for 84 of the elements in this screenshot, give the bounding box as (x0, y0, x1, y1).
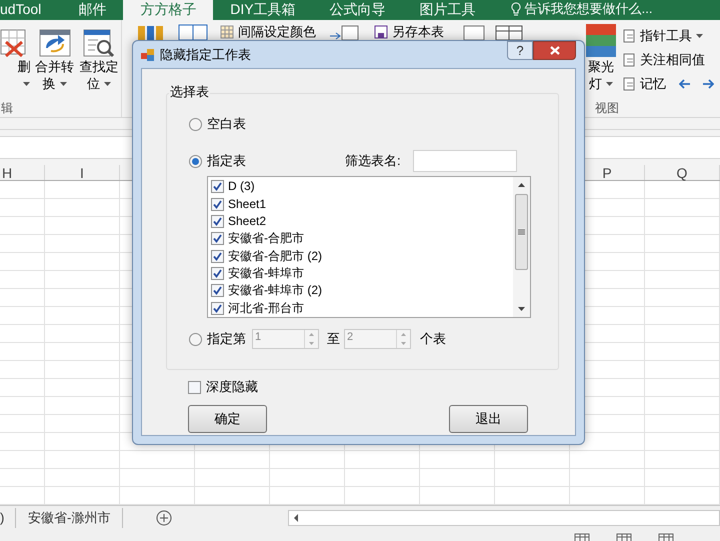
group-label: 视图 (595, 101, 620, 115)
column-header[interactable]: I (45, 165, 120, 180)
add-sheet-icon[interactable] (156, 510, 172, 526)
sheet-tab[interactable]: ) (0, 508, 16, 528)
checkbox-label: 深度隐藏 (206, 379, 258, 395)
sheet-tab[interactable]: 安徽省-滁州市 (16, 508, 124, 528)
page-icon (623, 76, 637, 90)
table-arrows-icon (38, 28, 71, 58)
checkbox[interactable] (211, 232, 224, 246)
ribbon-button[interactable]: 删 (0, 28, 32, 92)
sheet-name[interactable]: D (3) (228, 179, 255, 194)
range-label: 至 (327, 331, 340, 347)
vertical-scrollbar[interactable] (513, 177, 530, 317)
range-label: 个表 (420, 331, 446, 347)
ribbon-tab[interactable]: 图片工具 (402, 0, 493, 20)
close-icon (550, 46, 560, 55)
view-mode-icon[interactable] (574, 533, 590, 541)
app-icon (141, 48, 155, 62)
horizontal-scrollbar[interactable] (288, 510, 720, 526)
caret-icon (104, 82, 111, 88)
checkbox[interactable] (211, 267, 224, 280)
sheet-list[interactable]: D (3) Sheet1 Sheet2 安徽省-合肥市 安徽省-合肥市 (2) 安徽省-蚌埠市 安徽省-蚌埠市 (2) 河北省-邢台市 (207, 176, 531, 318)
checkbox[interactable] (211, 180, 224, 194)
ribbon-tab[interactable]: 方方格子 (123, 0, 214, 20)
caret-icon (60, 82, 67, 88)
column-header[interactable]: H (0, 165, 45, 180)
dialog-button[interactable]: 确定 (188, 405, 267, 433)
ribbon-button[interactable]: 合并转 换 (32, 28, 77, 92)
help-button[interactable]: ? (507, 41, 533, 60)
checkbox[interactable] (211, 250, 224, 263)
tell-me-search[interactable]: 告诉我您想要做什么... (524, 0, 652, 20)
grip-icon (518, 229, 525, 235)
sheet-name[interactable]: 安徽省-蚌埠市 (228, 266, 304, 282)
caret-icon (606, 82, 613, 88)
ribbon-button[interactable]: 记忆 (640, 76, 666, 92)
page-icon (623, 52, 637, 66)
ribbon-tab[interactable]: udTool (0, 0, 62, 20)
radio-button[interactable] (189, 154, 202, 168)
page-icon (623, 28, 637, 42)
table-icon (220, 25, 234, 39)
colored-columns-icon (136, 24, 166, 40)
right-arrow-icon[interactable] (702, 78, 714, 88)
magnifier-table-icon (82, 28, 115, 58)
left-arrow-icon[interactable] (679, 78, 691, 88)
view-mode-icon[interactable] (616, 533, 632, 541)
ribbon-tab[interactable]: DIY工具箱 (213, 0, 313, 20)
ribbon-button[interactable]: 间隔设定颜色 (238, 24, 316, 40)
radio-button[interactable] (189, 118, 202, 130)
dialog-title: 隐藏指定工作表 (160, 46, 251, 62)
save-icon (374, 25, 388, 39)
ribbon-button[interactable]: 聚光 灯 (583, 24, 619, 93)
sheet-name[interactable]: 河北省-邢台市 (228, 300, 304, 316)
checkbox[interactable] (211, 302, 224, 315)
group-label: 选择表 (169, 84, 210, 100)
ribbon-button[interactable]: 查找定 位 (76, 28, 121, 92)
checkbox[interactable] (211, 198, 224, 211)
filter-label: 筛选表名: (345, 153, 401, 169)
checkbox[interactable] (188, 380, 201, 394)
checkbox[interactable] (211, 214, 224, 228)
sheet-name[interactable]: 安徽省-合肥市 (2) (228, 248, 322, 264)
ribbon-button[interactable]: 另存本表 (392, 24, 444, 40)
radio-label: 空白表 (207, 116, 246, 132)
sheet-name[interactable]: 安徽省-蚌埠市 (2) (228, 283, 322, 298)
ribbon-button[interactable]: 指针工具 (640, 28, 703, 44)
radio-label: 指定第 (207, 331, 246, 347)
sheet-name[interactable]: 安徽省-合肥市 (228, 231, 304, 246)
sheet-name[interactable]: Sheet1 (228, 196, 266, 212)
group-label: 辑 (0, 101, 14, 115)
ribbon-button[interactable]: 关注相同值 (640, 52, 705, 68)
filter-input[interactable] (412, 150, 517, 172)
colored-bars-icon (586, 24, 616, 58)
caret-icon (23, 82, 30, 88)
ribbon-tab[interactable]: 邮件 (61, 0, 124, 20)
sheet-name[interactable]: Sheet2 (228, 214, 266, 229)
caret-icon (696, 34, 703, 39)
ribbon-tab[interactable]: 公式向导 (312, 0, 403, 20)
checkbox[interactable] (211, 284, 224, 298)
radio-label: 指定表 (207, 153, 246, 169)
radio-button[interactable] (189, 332, 202, 346)
close-button[interactable] (533, 41, 576, 60)
dialog-button[interactable]: 退出 (449, 405, 528, 433)
view-mode-icon[interactable] (658, 533, 674, 541)
column-header[interactable]: Q (645, 165, 720, 180)
lightbulb-icon (510, 2, 521, 17)
